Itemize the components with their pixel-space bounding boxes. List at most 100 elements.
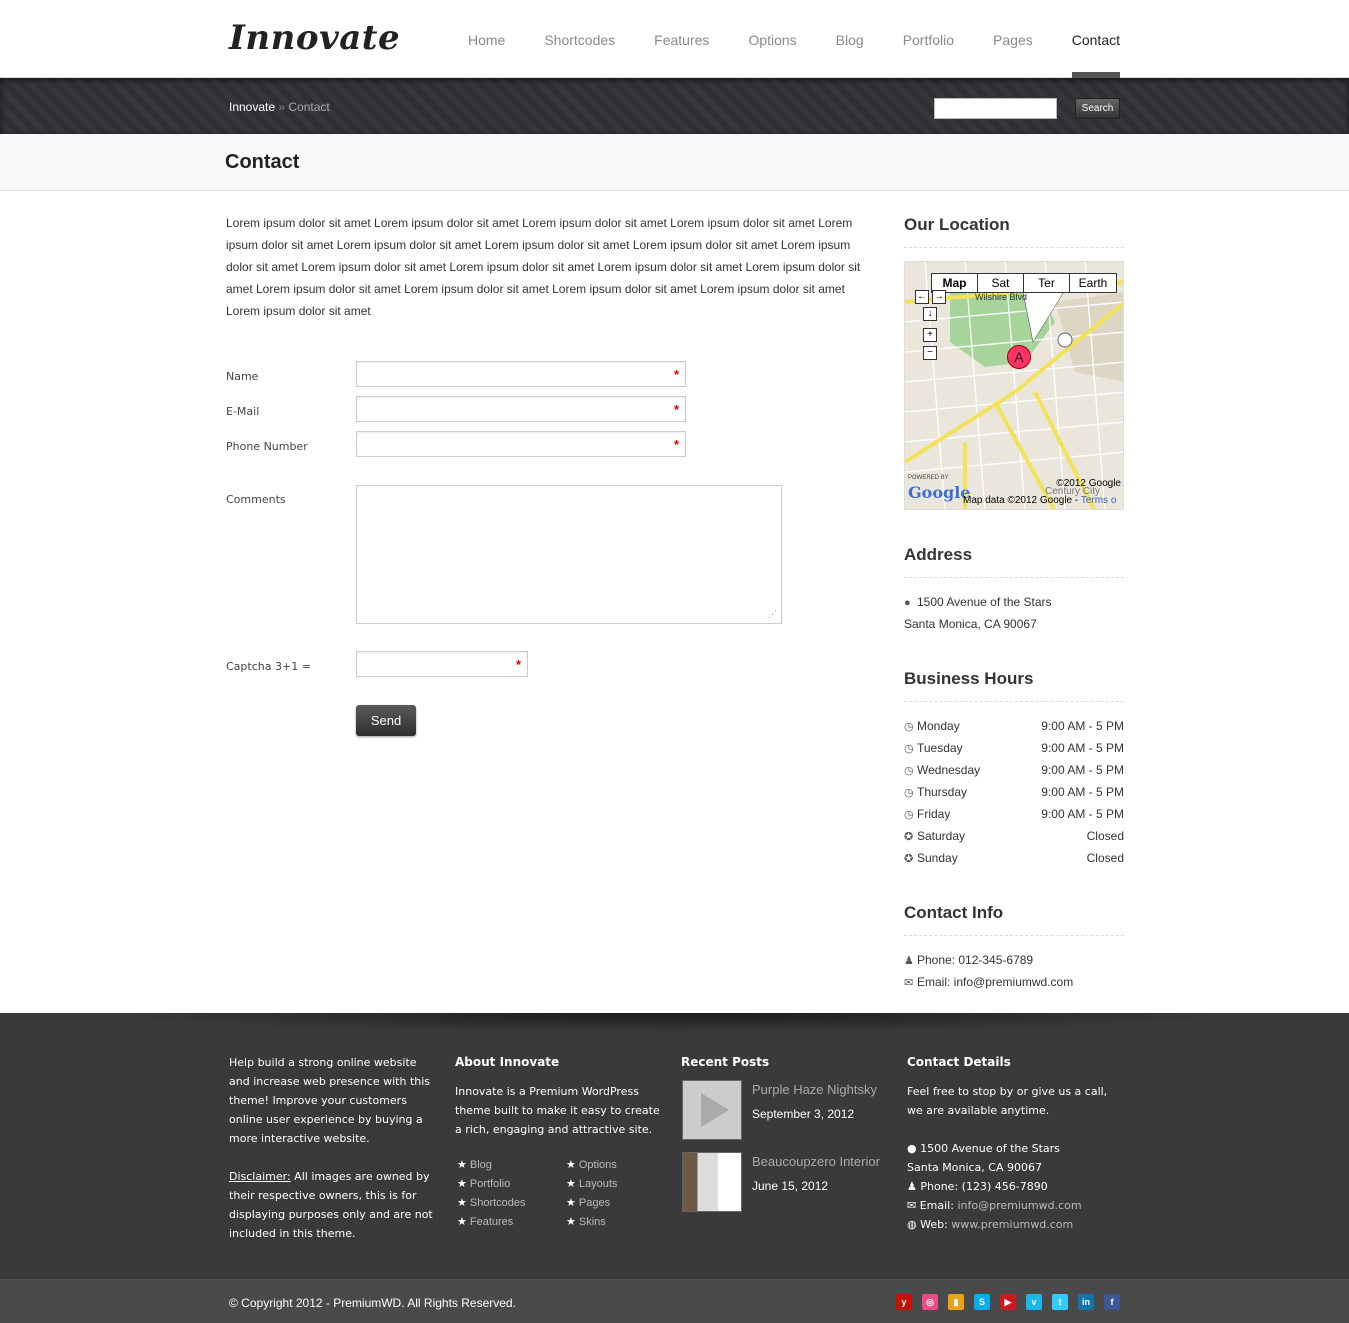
main-nav: Home Shortcodes Features Options Blog Po…	[429, 32, 1121, 78]
map-marker-icon[interactable]: A	[1007, 345, 1031, 369]
captcha-field[interactable]: *	[356, 651, 528, 677]
nav-contact[interactable]: Contact	[1071, 32, 1121, 78]
contact-phone-text: Phone: 012-345-6789	[917, 953, 1034, 967]
name-field[interactable]: *	[356, 361, 686, 387]
footer-contact-intro: Feel free to stop by or give us a call, …	[907, 1085, 1108, 1117]
envelope-icon: ✉	[907, 1199, 917, 1212]
phone-field[interactable]: *	[356, 431, 686, 457]
map-pin-icon: ●	[904, 597, 911, 609]
nav-blog[interactable]: Blog	[836, 32, 864, 48]
footer-web: ◍ Web: www.premiumwd.com	[907, 1218, 1074, 1231]
contact-email-text: Email: info@premiumwd.com	[917, 975, 1074, 989]
map-terms-link[interactable]: Terms o	[1081, 495, 1117, 506]
footer-link-pages[interactable]: ★ Pages	[566, 1194, 617, 1213]
footer-link-features[interactable]: ★ Features	[457, 1213, 526, 1232]
required-icon: *	[515, 657, 521, 672]
map-pin-icon: ●	[907, 1142, 917, 1155]
site-logo[interactable]: Innovate	[229, 18, 400, 58]
dribbble-icon[interactable]: ◎	[922, 1294, 938, 1310]
search-button[interactable]: Search	[1075, 98, 1120, 119]
footer-web-link[interactable]: www.premiumwd.com	[951, 1218, 1073, 1231]
pan-right-icon[interactable]: →	[932, 290, 946, 304]
nav-pages[interactable]: Pages	[993, 32, 1033, 48]
page-title-bar: Contact	[0, 134, 1349, 191]
flickr-icon[interactable]: ▮	[948, 1294, 964, 1310]
skype-icon[interactable]: S	[974, 1294, 990, 1310]
clock-icon: ◷	[904, 743, 914, 755]
footer-email-link[interactable]: info@premiumwd.com	[957, 1199, 1081, 1212]
resize-grip-icon[interactable]: ⋰	[768, 609, 777, 620]
footer-link-skins[interactable]: ★ Skins	[566, 1213, 617, 1232]
post-title-1[interactable]: Purple Haze Nightsky	[752, 1082, 877, 1097]
hours-time: 9:00 AM - 5 PM	[1041, 719, 1124, 733]
hours-row: ◷ Friday 9:00 AM - 5 PM	[904, 807, 1124, 821]
pan-left-icon[interactable]: ←	[915, 290, 929, 304]
footer-contact-column: Contact Details Feel free to stop by or …	[907, 1053, 1122, 1234]
google-logo[interactable]: Google	[908, 483, 970, 502]
pan-down-icon[interactable]: ↓	[923, 307, 937, 321]
contact-info-heading: Contact Info	[904, 903, 1124, 936]
location-map[interactable]: Map Sat Ter Earth ← → ↓ + − Wilshire Blv…	[904, 261, 1124, 510]
yelp-icon[interactable]: y	[896, 1294, 912, 1310]
youtube-icon[interactable]: ▶	[1000, 1294, 1016, 1310]
nav-portfolio[interactable]: Portfolio	[903, 32, 954, 48]
hours-time: 9:00 AM - 5 PM	[1041, 741, 1124, 755]
nav-home[interactable]: Home	[468, 32, 505, 48]
star-icon: ★	[566, 1178, 576, 1190]
site-footer: Help build a strong online website and i…	[0, 1013, 1349, 1279]
hours-row: ◷ Tuesday 9:00 AM - 5 PM	[904, 741, 1124, 755]
footer-link-portfolio[interactable]: ★ Portfolio	[457, 1175, 526, 1194]
hours-time: Closed	[1086, 851, 1124, 865]
footer-link-shortcodes[interactable]: ★ Shortcodes	[457, 1194, 526, 1213]
hours-day: ◷ Tuesday	[904, 741, 963, 755]
clock-icon: ◷	[904, 787, 914, 799]
hours-time: 9:00 AM - 5 PM	[1041, 763, 1124, 777]
linkedin-icon[interactable]: in	[1078, 1294, 1094, 1310]
twitter-icon[interactable]: t	[1052, 1294, 1068, 1310]
footer-link-blog[interactable]: ★ Blog	[457, 1156, 526, 1175]
comments-label: Comments	[226, 493, 286, 506]
zoom-out-icon[interactable]: −	[923, 346, 937, 360]
footer-link-options[interactable]: ★ Options	[566, 1156, 617, 1175]
star-icon: ★	[566, 1159, 576, 1171]
post-thumbnail-2[interactable]	[682, 1152, 742, 1212]
send-button[interactable]: Send	[356, 705, 416, 736]
map-powered-by: POWERED BY	[908, 475, 949, 481]
post-title-2[interactable]: Beaucoupzero Interior	[752, 1154, 880, 1169]
footer-address-1: ● 1500 Avenue of the Stars	[907, 1142, 1060, 1155]
star-icon: ★	[457, 1159, 467, 1171]
disclaimer-label: Disclaimer:	[229, 1170, 291, 1183]
map-tab-sat[interactable]: Sat	[978, 274, 1024, 292]
breadcrumb-bar: Innovate » Contact Search	[0, 78, 1349, 134]
envelope-icon: ✉	[904, 977, 914, 989]
nav-shortcodes[interactable]: Shortcodes	[544, 32, 615, 48]
zoom-in-icon[interactable]: +	[923, 328, 937, 342]
map-tab-earth[interactable]: Earth	[1070, 274, 1116, 292]
footer-link-layouts[interactable]: ★ Layouts	[566, 1175, 617, 1194]
required-icon: *	[673, 367, 679, 382]
post-date-2: June 15, 2012	[752, 1179, 829, 1193]
required-icon: *	[673, 437, 679, 452]
nav-options[interactable]: Options	[748, 32, 796, 48]
contact-phone: ♟ Phone: 012-345-6789	[904, 953, 1033, 967]
phone-label: Phone Number	[226, 440, 308, 453]
clock-icon: ◷	[904, 765, 914, 777]
vimeo-icon[interactable]: v	[1026, 1294, 1042, 1310]
star-icon: ★	[457, 1178, 467, 1190]
play-icon	[701, 1093, 729, 1127]
footer-innovate-column: About Innovate Innovate is a Premium Wor…	[455, 1053, 665, 1139]
footer-links-col1: ★ Blog ★ Portfolio ★ Shortcodes ★ Features	[457, 1156, 526, 1232]
breadcrumb-home[interactable]: Innovate	[229, 100, 275, 114]
hours-day: ◷ Wednesday	[904, 763, 981, 777]
footer-links-col2: ★ Options ★ Layouts ★ Pages ★ Skins	[566, 1156, 617, 1232]
facebook-icon[interactable]: f	[1104, 1294, 1120, 1310]
hours-day: ◷ Friday	[904, 807, 951, 821]
social-icons: y ◎ ▮ S ▶ v t in f	[886, 1294, 1120, 1310]
email-field[interactable]: *	[356, 396, 686, 422]
post-thumbnail-1[interactable]	[682, 1080, 742, 1140]
nav-features[interactable]: Features	[654, 32, 709, 48]
comments-textarea[interactable]: ⋰	[356, 485, 782, 624]
site-header: Innovate Home Shortcodes Features Option…	[0, 0, 1349, 78]
search-input[interactable]	[934, 98, 1057, 119]
map-tab-ter[interactable]: Ter	[1024, 274, 1070, 292]
